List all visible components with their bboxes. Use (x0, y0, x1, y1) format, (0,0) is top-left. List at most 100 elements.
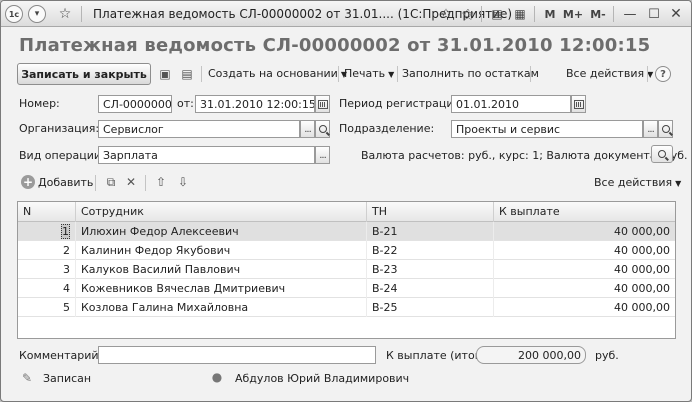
table-row[interactable]: 1 Илюхин Федор Алексеевич В-21 40 000,00 (18, 222, 675, 241)
all-actions-label: Все действия (566, 67, 645, 80)
operation-type-label: Вид операции: (19, 149, 105, 162)
chevron-down-icon[interactable]: ▾ (28, 5, 46, 23)
save-and-close-button[interactable]: Записать и закрыть (17, 63, 151, 85)
posted-status-icon: ✎ (21, 371, 33, 385)
copy-row-icon[interactable]: ⧉ (103, 174, 119, 190)
employee-cell[interactable]: Калуков Василий Павлович (76, 260, 367, 279)
table-header: N Сотрудник ТН К выплате (18, 202, 675, 222)
total-label: К выплате (итог): (386, 349, 489, 362)
tn-cell[interactable]: В-24 (367, 279, 494, 298)
row-number: 3 (18, 260, 76, 279)
date-label: от: (177, 97, 194, 110)
all-actions-menu[interactable]: Все действия ▼ (566, 67, 653, 80)
tn-cell[interactable]: В-23 (367, 260, 494, 279)
currency-settings-button[interactable] (651, 145, 673, 163)
amount-cell[interactable]: 40 000,00 (494, 298, 675, 317)
column-header-tn[interactable]: ТН (367, 202, 494, 222)
table-row[interactable]: 3 Калуков Василий Павлович В-23 40 000,0… (18, 260, 675, 279)
tn-cell[interactable]: В-21 (367, 222, 494, 241)
document-list-icon[interactable]: ▤ (179, 66, 195, 82)
maximize-icon[interactable]: ☐ (645, 5, 663, 23)
divider (145, 175, 146, 191)
table-row[interactable]: 2 Калинин Федор Якубович В-22 40 000,00 (18, 241, 675, 260)
close-icon[interactable]: ✕ (667, 5, 685, 23)
window: 1c ▾ ☆ Платежная ведомость СЛ-00000002 о… (0, 0, 692, 402)
user-icon: ● (211, 370, 223, 384)
department-open-button[interactable] (658, 120, 673, 138)
move-up-icon[interactable]: ⇧ (153, 174, 169, 190)
comment-label: Комментарий: (19, 349, 103, 362)
move-down-icon[interactable]: ⇩ (175, 174, 191, 190)
employee-cell[interactable]: Козлова Галина Михайловна (76, 298, 367, 317)
ellipsis-icon: ... (647, 123, 654, 135)
calculator-icon[interactable]: ▦ (511, 5, 529, 23)
column-header-employee[interactable]: Сотрудник (76, 202, 367, 222)
column-header-n[interactable]: N (18, 202, 76, 222)
department-field[interactable]: Проекты и сервис (451, 120, 643, 138)
help-icon[interactable]: ? (655, 66, 671, 82)
number-label: Номер: (19, 97, 60, 110)
amount-cell[interactable]: 40 000,00 (494, 222, 675, 241)
document-icon[interactable]: ▤ (488, 5, 506, 23)
tn-cell[interactable]: В-25 (367, 298, 494, 317)
table-all-actions-label: Все действия (594, 176, 673, 189)
amount-cell[interactable]: 40 000,00 (494, 241, 675, 260)
employee-cell[interactable]: Кожевников Вячеслав Дмитриевич (76, 279, 367, 298)
search-icon (318, 125, 327, 133)
operation-type-select-button[interactable]: ... (315, 146, 330, 164)
memory-plus-button[interactable]: M+ (561, 5, 585, 23)
calendar-icon (573, 99, 584, 109)
star-icon[interactable]: ☆ (56, 5, 74, 23)
total-field: 200 000,00 (476, 346, 586, 364)
table-toolbar: + Добавить ⧉ ✕ ⇧ ⇩ Все действия ▼ (17, 173, 681, 193)
calendar-icon (317, 99, 328, 109)
search-icon (658, 150, 666, 158)
calendar-button[interactable] (315, 95, 330, 113)
author-name: Абдулов Юрий Владимирович (235, 372, 410, 385)
title-bar: 1c ▾ ☆ Платежная ведомость СЛ-00000002 о… (1, 1, 691, 27)
print-menu[interactable]: Печать ▼ (344, 67, 394, 80)
tn-cell[interactable]: В-22 (367, 241, 494, 260)
organization-open-button[interactable] (315, 120, 330, 138)
bookmark-star-icon[interactable]: ✩ (437, 5, 455, 23)
period-calendar-button[interactable] (571, 95, 586, 113)
create-based-on-menu[interactable]: Создать на основании ▼ (208, 67, 347, 80)
operation-type-field[interactable]: Зарплата (98, 146, 315, 164)
save-icon[interactable]: ▣ (157, 66, 173, 82)
plus-icon: + (21, 175, 35, 189)
row-number: 2 (18, 241, 76, 260)
row-number: 5 (18, 298, 76, 317)
employees-table[interactable]: N Сотрудник ТН К выплате 1 Илюхин Федор … (17, 201, 676, 339)
column-header-amount[interactable]: К выплате (494, 202, 675, 222)
search-icon (661, 125, 670, 133)
employee-cell[interactable]: Калинин Федор Якубович (76, 241, 367, 260)
delete-row-icon[interactable]: ✕ (123, 174, 139, 190)
table-row[interactable]: 5 Козлова Галина Михайловна В-25 40 000,… (18, 298, 675, 317)
command-bar: Записать и закрыть ▣ ▤ Создать на основа… (17, 63, 677, 85)
create-based-on-label: Создать на основании (208, 67, 338, 80)
employee-cell[interactable]: Илюхин Федор Алексеевич (76, 222, 367, 241)
organization-select-button[interactable]: ... (300, 120, 315, 138)
divider (81, 6, 82, 22)
divider (201, 66, 202, 82)
period-field[interactable]: 01.01.2010 (451, 95, 571, 113)
comment-field[interactable] (98, 346, 376, 364)
amount-cell[interactable]: 40 000,00 (494, 260, 675, 279)
department-select-button[interactable]: ... (643, 120, 658, 138)
memory-button[interactable]: M (541, 5, 559, 23)
memory-minus-button[interactable]: M- (587, 5, 609, 23)
ellipsis-icon: ... (304, 123, 311, 135)
organization-field[interactable]: Сервислог (98, 120, 300, 138)
app-logo-icon[interactable]: 1c (5, 5, 23, 23)
table-all-actions-menu[interactable]: Все действия ▼ (594, 176, 681, 189)
table-row[interactable]: 4 Кожевников Вячеслав Дмитриевич В-24 40… (18, 279, 675, 298)
favorites-icon[interactable]: ⚝ (459, 5, 477, 23)
total-currency: руб. (595, 349, 619, 362)
minimize-icon[interactable]: — (621, 5, 639, 23)
fill-by-balance-button[interactable]: Заполнить по остаткам (402, 67, 539, 80)
period-label: Период регистрации: (339, 97, 465, 110)
date-field[interactable]: 31.01.2010 12:00:15 (195, 95, 315, 113)
number-field[interactable]: СЛ-00000002 (98, 95, 172, 113)
add-row-button[interactable]: + Добавить (21, 175, 93, 189)
amount-cell[interactable]: 40 000,00 (494, 279, 675, 298)
